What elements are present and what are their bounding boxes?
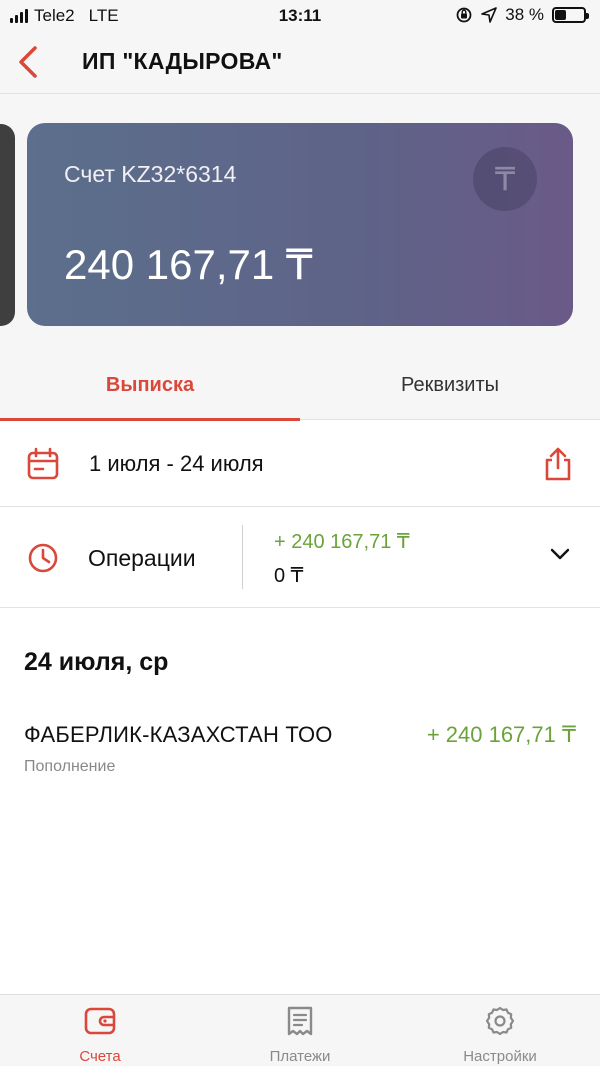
battery-fill [555, 10, 566, 20]
share-button[interactable] [542, 446, 574, 482]
wallet-icon [84, 1007, 116, 1035]
status-bar: Tele2 LTE 13:11 38 % [0, 0, 600, 32]
operations-row[interactable]: Операции + 240 167,71 ₸ 0 ₸ [0, 507, 600, 608]
operations-label: Операции [88, 545, 196, 571]
tab-accounts-label: Счета [79, 1048, 121, 1065]
nav-bar: ИП "КАДЫРОВА" [0, 32, 600, 94]
tab-accounts[interactable]: Счета [0, 995, 200, 1066]
clock-icon [28, 543, 58, 573]
orientation-lock-icon [456, 7, 472, 23]
gear-icon [485, 1006, 515, 1036]
chevron-left-icon [19, 46, 37, 78]
page-title: ИП "КАДЫРОВА" [82, 48, 283, 74]
battery-icon [552, 7, 589, 23]
chevron-down-icon[interactable] [550, 547, 570, 561]
transaction-amount: + 240 167,71 ₸ [426, 722, 576, 747]
tab-settings[interactable]: Настройки [400, 995, 600, 1066]
day-header: 24 июля, ср [24, 648, 169, 676]
tab-settings-label: Настройки [463, 1048, 537, 1065]
account-number: Счет KZ32*6314 [64, 161, 237, 187]
transaction-item[interactable]: ФАБЕРЛИК-КАЗАХСТАН ТОО Пополнение + 240 … [0, 718, 600, 788]
tenge-icon: ₸ [473, 147, 537, 211]
receipt-icon [287, 1006, 313, 1036]
battery-percent: 38 % [505, 5, 544, 24]
tab-payments[interactable]: Платежи [200, 995, 400, 1066]
transaction-name: ФАБЕРЛИК-КАЗАХСТАН ТОО [24, 722, 333, 747]
segment-tabs: Выписка Реквизиты [0, 346, 600, 421]
transaction-type: Пополнение [24, 758, 116, 775]
period-range: 1 июля - 24 июля [89, 451, 264, 476]
divider [242, 525, 243, 589]
share-icon [545, 447, 571, 481]
calendar-icon [27, 447, 59, 480]
period-row[interactable]: 1 июля - 24 июля [0, 420, 600, 507]
tab-payments-label: Платежи [269, 1048, 331, 1065]
operations-expense: 0 ₸ [274, 565, 304, 587]
account-balance: 240 167,71 ₸ [64, 241, 313, 288]
operations-income: + 240 167,71 ₸ [274, 531, 410, 553]
back-button[interactable] [14, 44, 48, 80]
bottom-tab-bar: Счета Платежи Настройки [0, 994, 600, 1066]
account-card[interactable]: Счет KZ32*6314 240 167,71 ₸ ₸ [27, 123, 573, 326]
previous-card[interactable] [0, 124, 15, 326]
status-right: 38 % [455, 5, 589, 25]
tab-details[interactable]: Реквизиты [300, 346, 600, 420]
location-arrow-icon [481, 7, 498, 23]
tab-statement[interactable]: Выписка [0, 346, 300, 421]
cards-carousel[interactable]: Счет KZ32*6314 240 167,71 ₸ ₸ [0, 94, 600, 346]
